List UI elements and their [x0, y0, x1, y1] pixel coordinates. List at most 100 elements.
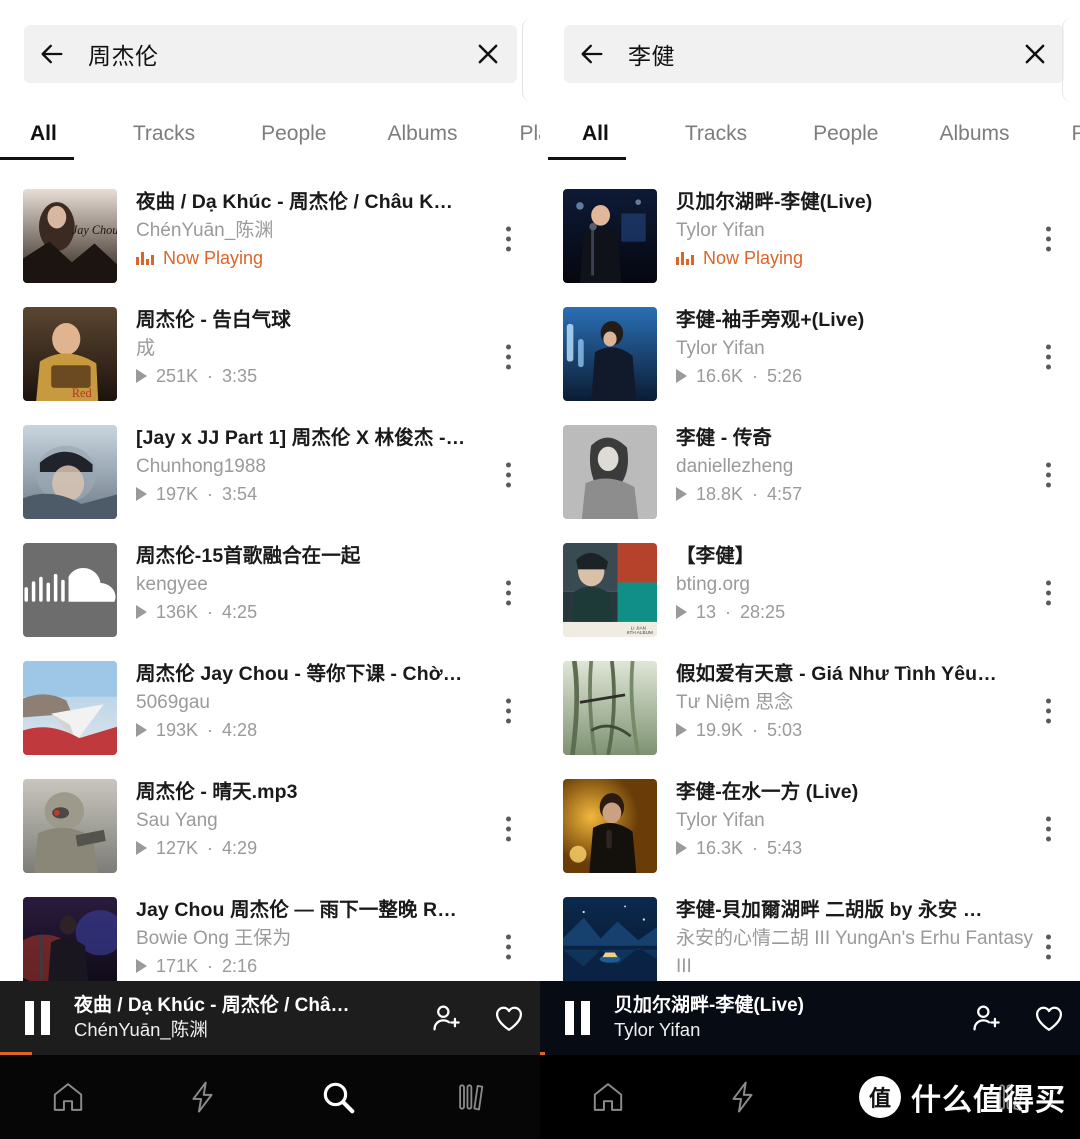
now-playing-bar[interactable]: 贝加尔湖畔-李健(Live)Tylor Yifan: [540, 981, 1080, 1055]
album-art-thumbnail: [23, 897, 117, 991]
track-artist[interactable]: Sau Yang: [136, 807, 500, 835]
stat-separator: ·: [207, 366, 213, 387]
play-count-icon: [676, 605, 687, 619]
search-panel-left: 周杰伦 All Tracks People Albums Playlists Jay Cho…: [0, 0, 540, 1139]
result-row[interactable]: 周杰伦 Jay Chou - 等你下课 - Chờ…5069gau193K·4:…: [0, 652, 540, 770]
result-row[interactable]: 周杰伦 - 晴天.mp3Sau Yang127K·4:29: [0, 770, 540, 888]
result-row[interactable]: 周杰伦-15首歌融合在一起kengyee136K·4:25: [0, 534, 540, 652]
row-overflow-menu-button[interactable]: [1046, 699, 1051, 724]
track-artist[interactable]: Tư Niệm 思念: [676, 689, 1040, 717]
track-title: 周杰伦 Jay Chou - 等你下课 - Chờ…: [136, 661, 500, 687]
track-artist[interactable]: Tylor Yifan: [676, 217, 1040, 245]
svg-text:Red: Red: [72, 386, 92, 400]
tab-people[interactable]: People: [261, 122, 326, 160]
row-overflow-menu-button[interactable]: [1046, 345, 1051, 370]
track-duration: 3:35: [222, 366, 257, 387]
equalizer-icon: [676, 251, 694, 265]
nav-search[interactable]: [270, 1055, 405, 1139]
tab-tracks[interactable]: Tracks: [685, 122, 747, 160]
search-results-list: 贝加尔湖畔-李健(Live)Tylor YifanNow Playing 李健-袖…: [540, 180, 1080, 1006]
search-input[interactable]: 李健: [620, 37, 1006, 71]
tab-playlists[interactable]: Playlists: [520, 122, 541, 160]
nav-lightning[interactable]: [135, 1055, 270, 1139]
result-row[interactable]: 李健 - 传奇daniellezheng18.8K·4:57: [540, 416, 1080, 534]
stat-separator: ·: [207, 956, 213, 977]
nav-home[interactable]: [540, 1055, 675, 1139]
back-button[interactable]: [24, 25, 80, 83]
tab-albums[interactable]: Albums: [387, 122, 457, 160]
track-artist[interactable]: Chunhong1988: [136, 453, 500, 481]
track-artist[interactable]: Bowie Ong 王保为: [136, 925, 500, 953]
row-overflow-menu-button[interactable]: [1046, 581, 1051, 606]
clear-search-button[interactable]: [459, 25, 517, 83]
track-artist[interactable]: Tylor Yifan: [676, 807, 1040, 835]
like-button[interactable]: [1018, 1001, 1080, 1035]
result-row[interactable]: 假如爱有天意 - Giá Như Tình Yêu…Tư Niệm 思念19.9…: [540, 652, 1080, 770]
row-overflow-menu-button[interactable]: [506, 699, 511, 724]
stat-separator: ·: [752, 838, 758, 859]
track-title: 李健-在水一方 (Live): [676, 779, 1040, 805]
track-duration: 5:03: [767, 720, 802, 741]
track-stats: 19.9K·5:03: [676, 720, 1040, 741]
row-overflow-menu-button[interactable]: [1046, 935, 1051, 960]
search-bar[interactable]: 周杰伦: [24, 25, 517, 83]
track-duration: 2:16: [222, 956, 257, 977]
pause-button[interactable]: [0, 1001, 74, 1035]
nav-lightning[interactable]: [675, 1055, 810, 1139]
result-row[interactable]: 李健-袖手旁观+(Live)Tylor Yifan16.6K·5:26: [540, 298, 1080, 416]
track-artist[interactable]: daniellezheng: [676, 453, 1040, 481]
track-stats: 16.3K·5:43: [676, 838, 1040, 859]
row-overflow-menu-button[interactable]: [506, 227, 511, 252]
tab-albums[interactable]: Albums: [939, 122, 1009, 160]
nav-library[interactable]: [405, 1055, 540, 1139]
result-row[interactable]: [Jay x JJ Part 1] 周杰伦 X 林俊杰 -…Chunhong19…: [0, 416, 540, 534]
tab-tracks[interactable]: Tracks: [133, 122, 195, 160]
player-meta: 贝加尔湖畔-李健(Live)Tylor Yifan: [614, 994, 956, 1043]
row-overflow-menu-button[interactable]: [506, 345, 511, 370]
play-count: 13: [696, 602, 716, 623]
result-row[interactable]: Jay Chou夜曲 / Dạ Khúc - 周杰伦 / Châu K…Chén…: [0, 180, 540, 298]
search-panel-right: 李健 All Tracks People Albums Playlists 贝加尔湖畔-李健…: [540, 0, 1080, 1139]
tab-all[interactable]: All: [582, 122, 609, 160]
result-row[interactable]: Red周杰伦 - 告白气球成251K·3:35: [0, 298, 540, 416]
watermark: 值 什么值得买: [859, 1075, 1066, 1119]
track-artist[interactable]: 5069gau: [136, 689, 500, 717]
now-playing-bar[interactable]: 夜曲 / Dạ Khúc - 周杰伦 / Châ…ChénYuān_陈渊: [0, 981, 540, 1055]
search-input[interactable]: 周杰伦: [80, 37, 459, 71]
search-bar[interactable]: 李健: [564, 25, 1064, 83]
follow-user-button[interactable]: [956, 1001, 1018, 1035]
tab-all[interactable]: All: [30, 122, 57, 160]
tab-label: Tracks: [133, 122, 195, 145]
row-overflow-menu-button[interactable]: [506, 463, 511, 488]
result-row[interactable]: LI JIAN6TH ALBUM【李健】bting.org13·28:25: [540, 534, 1080, 652]
svg-text:Jay Chou: Jay Chou: [72, 223, 117, 237]
follow-user-button[interactable]: [416, 1001, 478, 1035]
nav-home[interactable]: [0, 1055, 135, 1139]
row-overflow-menu-button[interactable]: [1046, 817, 1051, 842]
clear-search-button[interactable]: [1006, 25, 1064, 83]
track-duration: 4:57: [767, 484, 802, 505]
tab-playlists[interactable]: Playlists: [1072, 122, 1080, 160]
row-overflow-menu-button[interactable]: [1046, 227, 1051, 252]
track-artist[interactable]: 成: [136, 335, 500, 363]
like-button[interactable]: [478, 1001, 540, 1035]
result-row[interactable]: 李健-在水一方 (Live)Tylor Yifan 16.3K·5:43: [540, 770, 1080, 888]
result-row[interactable]: 贝加尔湖畔-李健(Live)Tylor YifanNow Playing: [540, 180, 1080, 298]
result-meta: 周杰伦-15首歌融合在一起kengyee136K·4:25: [136, 543, 540, 623]
tab-people[interactable]: People: [813, 122, 878, 160]
row-overflow-menu-button[interactable]: [506, 581, 511, 606]
track-artist[interactable]: Tylor Yifan: [676, 335, 1040, 363]
row-overflow-menu-button[interactable]: [1046, 463, 1051, 488]
album-art-thumbnail: [563, 425, 657, 519]
pause-button[interactable]: [540, 1001, 614, 1035]
track-artist[interactable]: 永安的心情二胡 III YungAn's Erhu Fantasy III: [676, 925, 1040, 980]
row-overflow-menu-button[interactable]: [506, 817, 511, 842]
track-artist[interactable]: kengyee: [136, 571, 500, 599]
back-button[interactable]: [564, 25, 620, 83]
track-artist[interactable]: ChénYuān_陈渊: [136, 217, 500, 245]
track-artist[interactable]: bting.org: [676, 571, 1040, 599]
track-stats: 171K·2:16: [136, 956, 500, 977]
row-overflow-menu-button[interactable]: [506, 935, 511, 960]
result-meta: 贝加尔湖畔-李健(Live)Tylor YifanNow Playing: [676, 189, 1080, 269]
album-art-thumbnail: [563, 897, 657, 991]
